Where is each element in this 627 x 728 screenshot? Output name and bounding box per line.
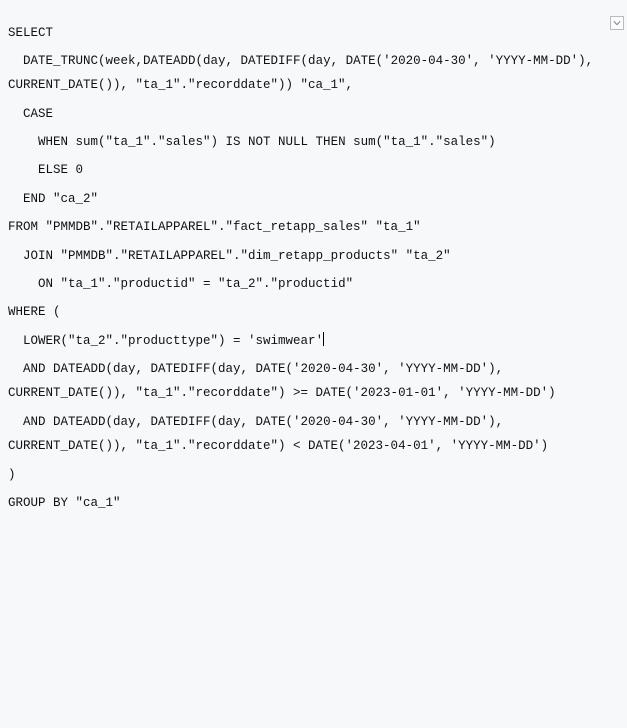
sql-code-block[interactable]: SELECT DATE_TRUNC(week,DATEADD(day, DATE… xyxy=(0,13,627,524)
code-line: END "ca_2" xyxy=(8,187,619,211)
code-line: AND DATEADD(day, DATEDIFF(day, DATE('202… xyxy=(8,357,619,406)
code-line: WHEN sum("ta_1"."sales") IS NOT NULL THE… xyxy=(8,130,619,154)
code-line: JOIN "PMMDB"."RETAILAPPAREL"."dim_retapp… xyxy=(8,244,619,268)
code-line: DATE_TRUNC(week,DATEADD(day, DATEDIFF(da… xyxy=(8,49,619,98)
code-line: CASE xyxy=(8,102,619,126)
code-line: LOWER("ta_2"."producttype") = 'swimwear' xyxy=(8,329,619,353)
expand-button[interactable] xyxy=(610,16,624,30)
expand-icon xyxy=(613,19,621,27)
text-cursor xyxy=(323,332,324,346)
code-line: WHERE ( xyxy=(8,300,619,324)
code-line: FROM "PMMDB"."RETAILAPPAREL"."fact_retap… xyxy=(8,215,619,239)
code-line: SELECT xyxy=(8,21,619,45)
code-line: AND DATEADD(day, DATEDIFF(day, DATE('202… xyxy=(8,410,619,459)
code-line: GROUP BY "ca_1" xyxy=(8,491,619,515)
code-line: ELSE 0 xyxy=(8,158,619,182)
code-line: ON "ta_1"."productid" = "ta_2"."producti… xyxy=(8,272,619,296)
code-line: ) xyxy=(8,463,619,487)
